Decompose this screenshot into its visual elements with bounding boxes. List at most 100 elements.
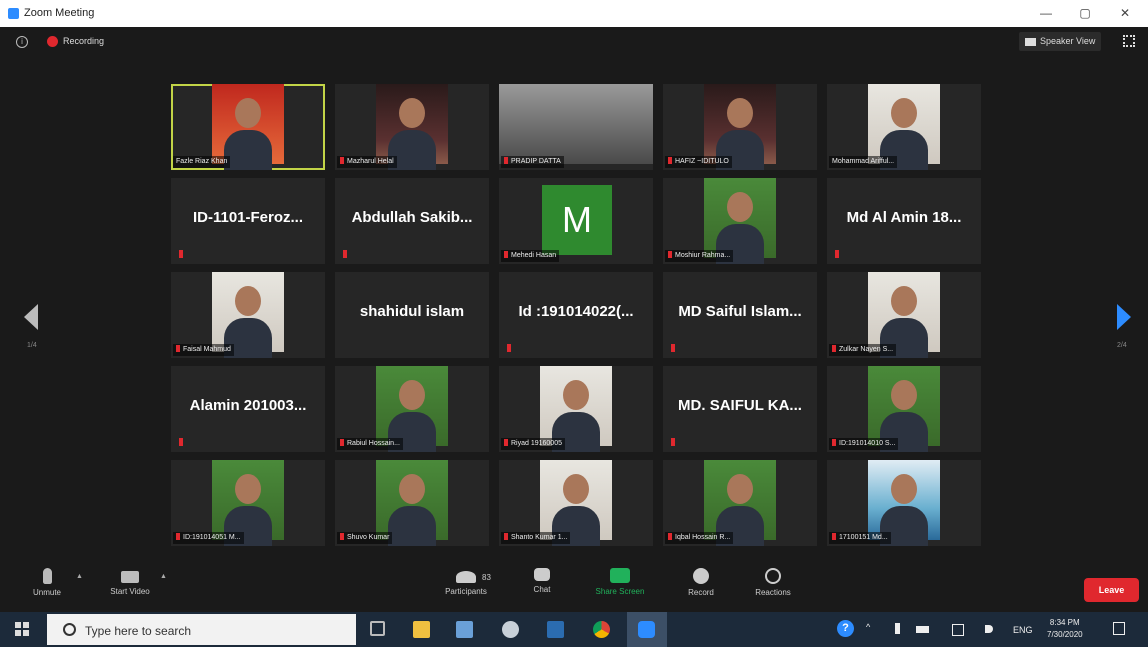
unmute-button[interactable]: Unmute — [22, 568, 72, 597]
participant-video — [868, 366, 940, 452]
participant-name-label: Iqbal Hossain R... — [665, 532, 734, 544]
participant-tile[interactable]: Fazle Riaz Khan — [171, 84, 325, 170]
participant-tile[interactable]: Shuvo Kumar — [335, 460, 489, 546]
participant-tile[interactable]: Shanto Kumar 1... — [499, 460, 653, 546]
participant-name: Rabiul Hossain... — [347, 440, 400, 447]
start-video-button[interactable]: Start Video — [96, 568, 164, 596]
muted-microphone-icon — [343, 250, 347, 258]
participant-display-name: ID-1101-Feroz... — [192, 209, 304, 226]
participant-tile[interactable]: Zulkar Nayen S... — [827, 272, 981, 358]
windows-start-icon[interactable] — [15, 622, 29, 636]
chrome-browser-icon[interactable] — [593, 621, 610, 638]
task-view-icon[interactable] — [370, 621, 385, 636]
reactions-label: Reactions — [755, 588, 791, 597]
audio-options-caret-icon[interactable]: ▲ — [76, 573, 83, 580]
participant-tile[interactable]: Alamin 201003... — [171, 366, 325, 452]
participant-name-label: ID:191014010 S... — [829, 438, 899, 450]
photos-app-icon[interactable] — [456, 621, 473, 638]
participant-avatar: M — [542, 185, 612, 255]
muted-microphone-icon — [832, 345, 836, 352]
search-icon — [63, 623, 76, 636]
next-page-arrow-icon[interactable] — [1117, 304, 1131, 330]
participant-video — [376, 366, 448, 452]
participant-tile[interactable]: Md Al Amin 18... — [827, 178, 981, 264]
battery-icon[interactable] — [916, 626, 929, 633]
participant-tile[interactable]: MD. SAIFUL KA... — [663, 366, 817, 452]
restore-button[interactable]: ▢ — [1070, 4, 1100, 22]
minimize-button[interactable]: — — [1031, 4, 1061, 22]
muted-microphone-icon — [179, 438, 183, 446]
muted-microphone-icon — [671, 438, 675, 446]
network-icon[interactable] — [952, 624, 964, 636]
reactions-icon — [765, 568, 781, 584]
participant-name-label: PRADIP DATTA — [501, 156, 564, 168]
participant-tile[interactable]: Faisal Mahmud — [171, 272, 325, 358]
participant-tile[interactable]: Id :191014022(... — [499, 272, 653, 358]
participant-tile[interactable]: Iqbal Hossain R... — [663, 460, 817, 546]
share-screen-label: Share Screen — [595, 587, 645, 596]
participant-tile[interactable]: M Mehedi Hasan — [499, 178, 653, 264]
taskbar-search-box[interactable]: Type here to search — [47, 614, 356, 645]
zoom-taskbar-icon[interactable] — [638, 621, 655, 638]
usb-device-icon[interactable] — [895, 623, 900, 634]
record-button[interactable]: Record — [676, 568, 726, 597]
meeting-toolbar: Unmute ▲ Start Video ▲ Participants 83 C… — [0, 565, 1148, 612]
participant-tile[interactable]: MD Saiful Islam... — [663, 272, 817, 358]
participant-tile[interactable]: Mohammad Arifful... — [827, 84, 981, 170]
participant-name: Fazle Riaz Khan — [176, 158, 228, 165]
participant-name-label: Mohammad Arifful... — [829, 156, 898, 168]
video-options-caret-icon[interactable]: ▲ — [160, 573, 167, 580]
weather-app-icon[interactable] — [502, 621, 519, 638]
recording-icon — [47, 36, 58, 47]
participant-tile[interactable]: Moshiur Rahma... — [663, 178, 817, 264]
participant-tile[interactable]: HAFIZ ~IDITULO — [663, 84, 817, 170]
participant-tile[interactable]: Riyad 19160005 — [499, 366, 653, 452]
word-app-icon[interactable] — [547, 621, 564, 638]
system-clock[interactable]: 8:34 PM 7/30/2020 — [1047, 617, 1083, 641]
participant-name: 17100151 Md... — [839, 534, 888, 541]
file-explorer-icon[interactable] — [413, 621, 430, 638]
participant-video — [212, 272, 284, 358]
participant-name: Mazharul Helal — [347, 158, 394, 165]
participant-video — [212, 84, 284, 170]
share-screen-button[interactable]: Share Screen — [584, 568, 656, 596]
participant-tile[interactable]: Rabiul Hossain... — [335, 366, 489, 452]
participant-name: Zulkar Nayen S... — [839, 346, 894, 353]
participant-tile[interactable]: Abdullah Sakib... — [335, 178, 489, 264]
microphone-muted-icon — [42, 568, 52, 584]
speaker-view-button[interactable]: Speaker View — [1019, 32, 1102, 51]
participant-name-label: Mazharul Helal — [337, 156, 397, 168]
search-placeholder: Type here to search — [85, 624, 192, 638]
participant-tile[interactable]: Mazharul Helal — [335, 84, 489, 170]
reactions-button[interactable]: Reactions — [742, 568, 804, 597]
participant-video — [868, 272, 940, 358]
muted-microphone-icon — [340, 157, 344, 164]
participant-name-label: Moshiur Rahma... — [665, 250, 734, 262]
participant-tile[interactable]: ID-1101-Feroz... — [171, 178, 325, 264]
gallery-grid: Fazle Riaz Khan Mazharul Helal PRADIP DATT… — [171, 84, 982, 552]
windows-taskbar: Type here to search ? ^ ENG 8:34 PM 7/30… — [0, 612, 1148, 647]
info-icon[interactable]: i — [16, 36, 28, 48]
language-indicator[interactable]: ENG — [1013, 625, 1033, 635]
show-hidden-icons-icon[interactable]: ^ — [866, 622, 870, 632]
participant-tile[interactable]: ID:191014010 S... — [827, 366, 981, 452]
participant-name: Faisal Mahmud — [183, 346, 231, 353]
participant-tile[interactable]: 17100151 Md... — [827, 460, 981, 546]
participant-tile[interactable]: ID:191014051 M... — [171, 460, 325, 546]
participant-tile[interactable]: shahidul islam — [335, 272, 489, 358]
participant-tile[interactable]: PRADIP DATTA — [499, 84, 653, 170]
close-button[interactable]: ✕ — [1110, 4, 1140, 22]
previous-page-arrow-icon[interactable] — [24, 304, 38, 330]
participant-name: Mehedi Hasan — [511, 252, 557, 259]
volume-icon[interactable] — [985, 625, 993, 633]
participant-name: ID:191014051 M... — [183, 534, 241, 541]
leave-button[interactable]: Leave — [1084, 578, 1139, 602]
chat-button[interactable]: Chat — [522, 568, 562, 594]
muted-microphone-icon — [504, 533, 508, 540]
participant-video — [704, 178, 776, 264]
help-icon[interactable]: ? — [837, 620, 854, 637]
notifications-icon[interactable] — [1113, 622, 1125, 635]
fullscreen-icon[interactable] — [1123, 35, 1135, 47]
muted-microphone-icon — [176, 345, 180, 352]
muted-microphone-icon — [340, 439, 344, 446]
